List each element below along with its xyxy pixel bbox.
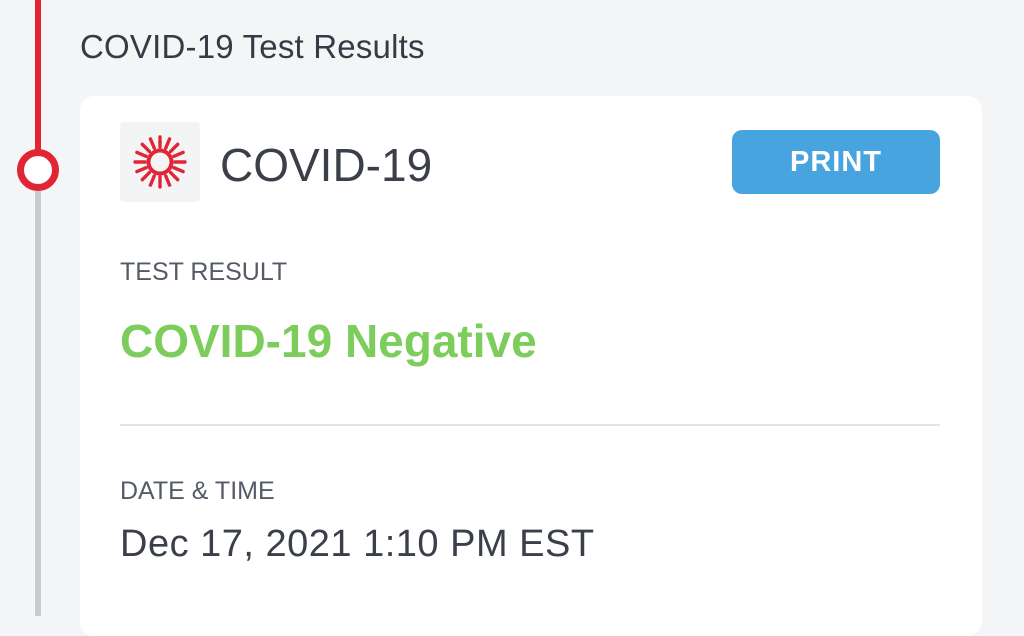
divider bbox=[120, 424, 940, 426]
sun-ray bbox=[168, 142, 180, 154]
sun-ray bbox=[135, 150, 148, 158]
sun-ray bbox=[140, 142, 152, 154]
timeline bbox=[0, 0, 80, 616]
sun-ray bbox=[140, 170, 152, 182]
test-result-label: TEST RESULT bbox=[120, 258, 288, 286]
sun-ray bbox=[135, 166, 148, 174]
date-time-label: DATE & TIME bbox=[120, 477, 275, 505]
section-title: COVID-19 Test Results bbox=[80, 28, 425, 65]
timeline-line-active bbox=[35, 0, 41, 160]
sun-ray bbox=[164, 137, 172, 150]
sun-ray bbox=[148, 137, 156, 150]
covid-logo bbox=[120, 122, 200, 202]
card-title: COVID-19 bbox=[220, 139, 433, 191]
sun-ray bbox=[172, 150, 185, 158]
print-button[interactable]: PRINT bbox=[732, 130, 940, 194]
sun-ray bbox=[164, 174, 172, 187]
date-time-value: Dec 17, 2021 1:10 PM EST bbox=[120, 523, 595, 565]
sun-burst-icon bbox=[133, 135, 187, 189]
timeline-node bbox=[17, 149, 59, 191]
test-result-value: COVID-19 Negative bbox=[120, 315, 537, 367]
test-result-card: COVID-19 PRINT TEST RESULT COVID-19 Nega… bbox=[80, 96, 982, 636]
sun-ray bbox=[172, 166, 185, 174]
sun-ray bbox=[168, 170, 180, 182]
sun-ray bbox=[148, 174, 156, 187]
timeline-line-inactive bbox=[35, 170, 41, 616]
